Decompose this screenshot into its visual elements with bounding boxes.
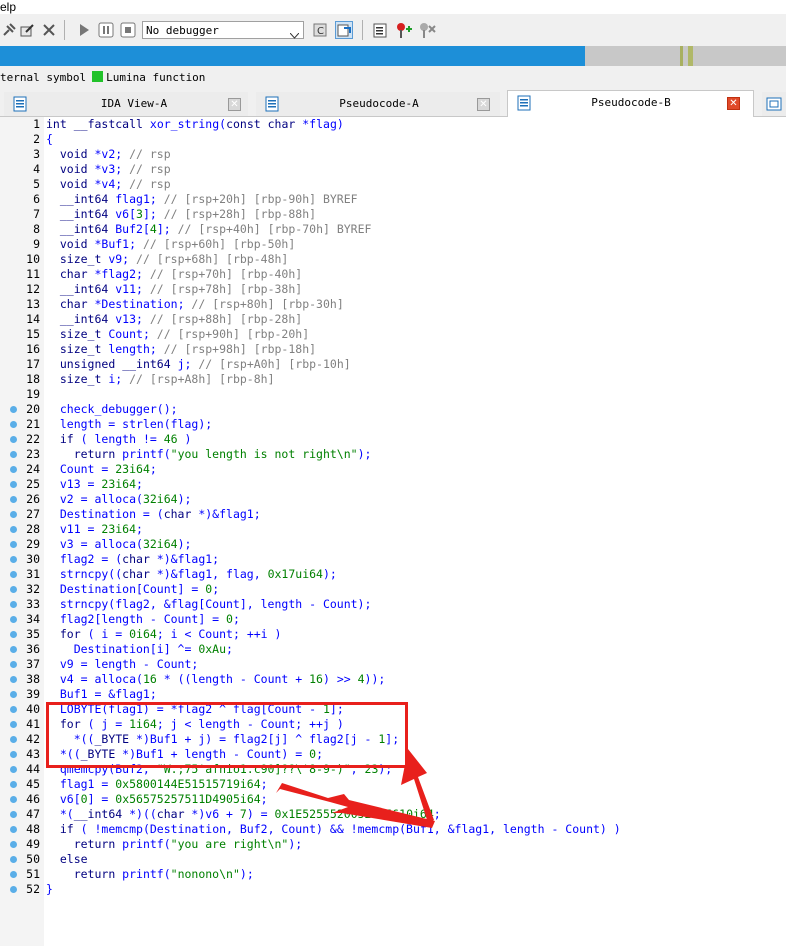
tab-pseudocode-b[interactable]: Pseudocode-B ✕ (507, 90, 754, 117)
navigation-band[interactable] (0, 46, 786, 66)
attach-icon[interactable]: C (312, 21, 330, 39)
annotation-arrow-up (401, 749, 434, 823)
graph-icon[interactable] (372, 21, 390, 39)
chevron-down-icon (289, 27, 300, 45)
nav-band-unexplored (585, 46, 786, 66)
annotation-arrows (276, 749, 435, 828)
close-icon[interactable]: ✕ (727, 97, 740, 110)
tab-label: Pseudocode-A (339, 97, 419, 110)
nav-band-marker (688, 46, 693, 66)
svg-text:C: C (317, 26, 324, 37)
legend-external-symbol: ternal symbol (0, 71, 87, 84)
pause-icon[interactable] (97, 21, 115, 39)
menubar[interactable]: elp (0, 0, 786, 14)
nav-band-marker (680, 46, 683, 66)
tab-label: IDA View-A (100, 97, 168, 110)
pseudocode-editor[interactable]: 1 int __fastcall xor_string(const char *f… (0, 117, 786, 946)
debugger-select[interactable]: No debugger (142, 21, 304, 39)
step-icon[interactable] (335, 21, 353, 39)
debugger-select-value: No debugger (146, 24, 219, 37)
tab-pseudocode-a[interactable]: Pseudocode-A ✕ (256, 92, 500, 116)
stop-icon[interactable] (119, 21, 137, 39)
add-breakpoint-icon[interactable] (395, 21, 413, 39)
pin-icon[interactable] (0, 21, 18, 39)
toolbar-separator (362, 20, 363, 40)
toolbar: No debugger C (0, 14, 786, 47)
toolbar-separator (64, 20, 65, 40)
remove-breakpoint-icon[interactable] (418, 21, 436, 39)
tab-bar: IDA View-A ✕ Pseudocode-A ✕ Pseudocode-B… (0, 90, 786, 117)
legend-lumina-function: Lumina function (106, 71, 206, 84)
close-icon[interactable]: ✕ (477, 98, 490, 111)
nav-legend: ternal symbol Lumina function (0, 66, 786, 90)
legend-lumina-swatch (92, 71, 104, 82)
tab-hex-view[interactable] (762, 92, 786, 116)
menu-help[interactable]: elp (0, 0, 16, 14)
annotation-arrow-left (276, 783, 435, 828)
nav-band-regular-functions (0, 46, 585, 66)
play-icon[interactable] (75, 21, 93, 39)
close-icon[interactable]: ✕ (228, 98, 241, 111)
tab-label: Pseudocode-B (591, 96, 671, 109)
edit-icon[interactable] (18, 21, 36, 39)
tab-ida-view-a[interactable]: IDA View-A ✕ (4, 92, 248, 116)
close-x-icon[interactable] (40, 21, 58, 39)
